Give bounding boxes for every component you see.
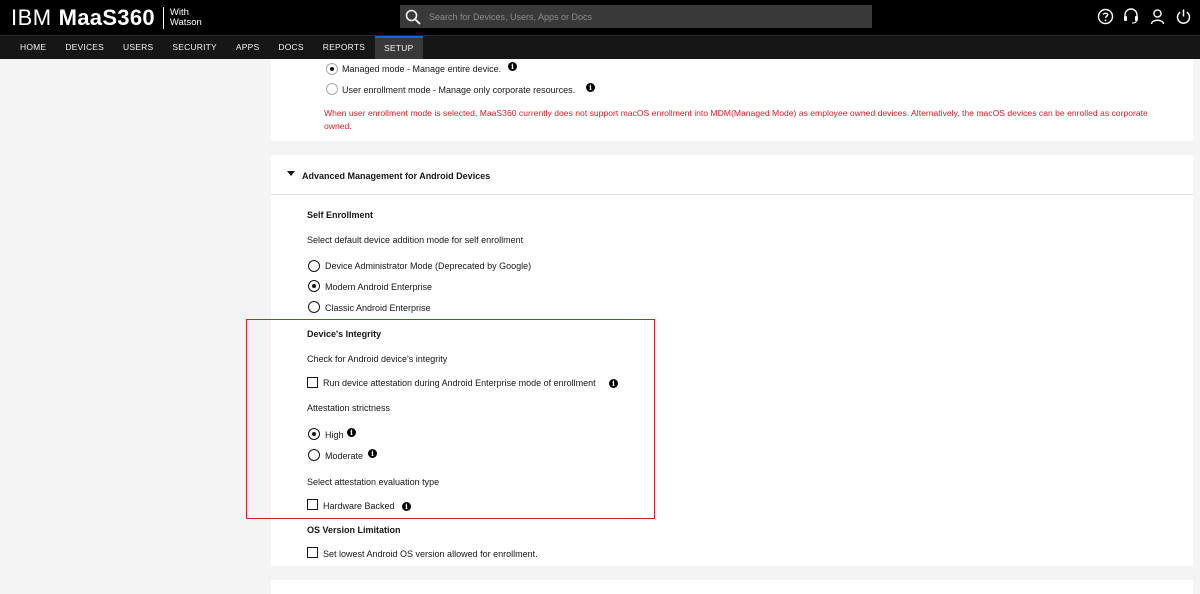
caret-down-icon[interactable] <box>287 171 295 176</box>
android-section-title: Advanced Management for Android Devices <box>302 171 491 181</box>
support-icon[interactable] <box>1122 7 1140 25</box>
os-version-title: OS Version Limitation <box>307 525 401 535</box>
global-search[interactable] <box>400 5 872 28</box>
nav-apps[interactable]: APPS <box>226 36 268 59</box>
brand-product: MaaS360 <box>58 5 155 30</box>
brand-with-watson: With Watson <box>169 6 202 29</box>
next-section-card <box>271 580 1193 594</box>
lowest-os-version-checkbox[interactable] <box>307 547 318 558</box>
top-header: IBM MaaS360 With Watson <box>0 0 1200 35</box>
nav-users[interactable]: USERS <box>114 36 163 59</box>
user-enrollment-label: User enrollment mode - Manage only corpo… <box>342 85 576 95</box>
brand-with-line1: With <box>169 6 189 18</box>
nav-reports[interactable]: REPORTS <box>313 36 374 59</box>
nav-setup[interactable]: SETUP <box>374 36 423 59</box>
macos-enrollment-card: Managed mode - Manage entire device. i U… <box>271 59 1193 141</box>
integrity-highlight-box <box>246 319 655 519</box>
nav-security[interactable]: SECURITY <box>163 36 227 59</box>
nav-docs[interactable]: DOCS <box>269 36 313 59</box>
brand-ibm: IBM <box>11 5 52 30</box>
maas360-logo[interactable]: IBM MaaS360 With Watson <box>11 5 202 31</box>
modern-android-enterprise-radio[interactable] <box>308 280 320 292</box>
managed-mode-label: Managed mode - Manage entire device. <box>342 64 502 74</box>
classic-android-enterprise-label: Classic Android Enterprise <box>325 303 431 313</box>
modern-android-enterprise-label: Modern Android Enterprise <box>325 282 433 292</box>
lowest-os-version-label: Set lowest Android OS version allowed fo… <box>323 549 538 559</box>
self-enrollment-title: Self Enrollment <box>307 210 374 220</box>
classic-android-enterprise-radio[interactable] <box>308 301 320 313</box>
brand-with-line2: Watson <box>169 17 202 28</box>
self-enrollment-description: Select default device addition mode for … <box>307 235 524 245</box>
power-icon[interactable] <box>1174 7 1192 25</box>
device-admin-mode-label: Device Administrator Mode (Deprecated by… <box>325 261 532 271</box>
search-icon <box>405 9 421 25</box>
info-icon[interactable]: i <box>586 83 595 92</box>
main-nav: HOME DEVICES USERS SECURITY APPS DOCS RE… <box>0 35 1200 59</box>
brand-divider <box>162 7 164 29</box>
help-icon[interactable] <box>1096 7 1114 25</box>
managed-mode-radio[interactable] <box>326 63 338 75</box>
search-input[interactable] <box>427 10 872 23</box>
info-icon[interactable]: i <box>508 62 517 71</box>
macos-warning-text: When user enrollment mode is selected, M… <box>324 108 1148 131</box>
device-admin-mode-radio[interactable] <box>308 260 320 272</box>
user-enrollment-radio[interactable] <box>326 83 338 95</box>
user-icon[interactable] <box>1148 7 1166 25</box>
nav-devices[interactable]: DEVICES <box>56 36 114 59</box>
android-section-header[interactable]: Advanced Management for Android Devices <box>271 155 1193 195</box>
nav-home[interactable]: HOME <box>0 36 56 59</box>
